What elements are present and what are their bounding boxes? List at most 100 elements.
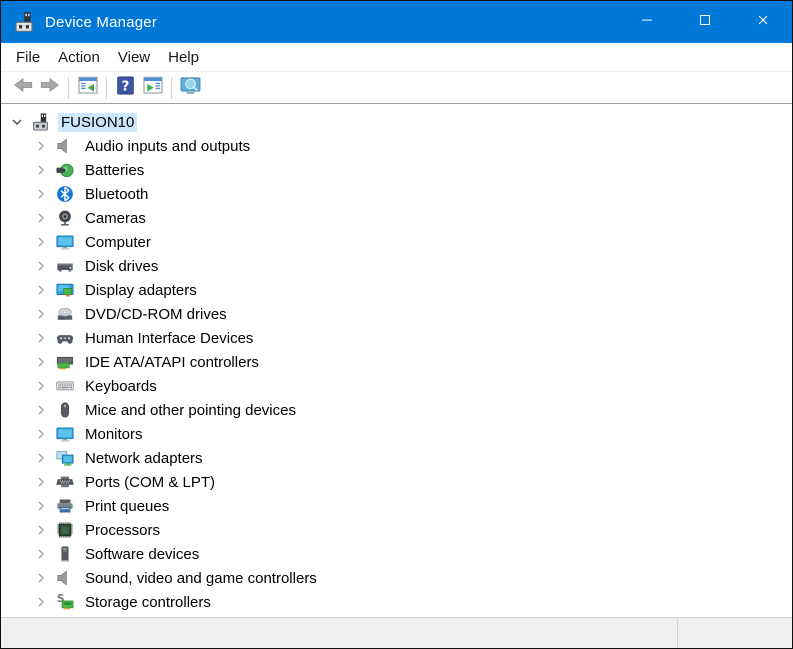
title-bar: Device Manager xyxy=(1,1,792,43)
battery-icon xyxy=(55,161,74,180)
chevron-right-icon[interactable] xyxy=(29,254,53,278)
tree-item[interactable]: Processors xyxy=(1,518,792,542)
tree-item[interactable]: Batteries xyxy=(1,158,792,182)
menu-view[interactable]: View xyxy=(109,46,159,69)
minimize-button[interactable] xyxy=(618,1,676,43)
toolbar-separator xyxy=(106,76,107,99)
mouse-icon xyxy=(55,401,74,420)
export-list-button[interactable] xyxy=(139,75,166,101)
toolbar: ? xyxy=(1,72,792,104)
tree-item-label: Batteries xyxy=(85,161,145,179)
tree-item[interactable]: Mice and other pointing devices xyxy=(1,398,792,422)
tree-item-label: Storage controllers xyxy=(85,593,211,611)
chevron-right-icon[interactable] xyxy=(29,350,53,374)
menu-bar: File Action View Help xyxy=(1,43,792,72)
tree-item-label: Print queues xyxy=(85,497,170,515)
tree-item[interactable]: S Storage controllers xyxy=(1,590,792,614)
chevron-down-icon[interactable] xyxy=(5,110,29,134)
chevron-right-icon[interactable] xyxy=(29,134,53,158)
close-icon xyxy=(755,12,771,33)
window-title: Device Manager xyxy=(45,13,158,31)
storage-controller-icon: S xyxy=(55,593,74,612)
chevron-right-icon[interactable] xyxy=(29,422,53,446)
forward-button[interactable] xyxy=(36,75,63,101)
help-button[interactable]: ? xyxy=(112,75,139,101)
chevron-right-icon[interactable] xyxy=(29,230,53,254)
tree-item-label: Audio inputs and outputs xyxy=(85,137,251,155)
chevron-right-icon[interactable] xyxy=(29,542,53,566)
chevron-right-icon[interactable] xyxy=(29,398,53,422)
tree-item-label: Computer xyxy=(85,233,151,251)
tree-root-label: FUSION10 xyxy=(58,112,138,132)
chevron-right-icon[interactable] xyxy=(29,326,53,350)
scan-hardware-icon xyxy=(180,75,201,101)
tree-item-label: Mice and other pointing devices xyxy=(85,401,296,419)
tree-item[interactable]: IDE ATA/ATAPI controllers xyxy=(1,350,792,374)
chevron-right-icon[interactable] xyxy=(29,518,53,542)
help-icon: ? xyxy=(116,76,135,100)
device-manager-window: Device Manager File Action View Help ? F… xyxy=(0,0,793,649)
export-list-icon xyxy=(143,75,163,100)
tree-item-label: Ports (COM & LPT) xyxy=(85,473,216,491)
serial-port-icon xyxy=(55,473,74,492)
toolbar-separator xyxy=(171,76,172,99)
tree-item[interactable]: Network adapters xyxy=(1,446,792,470)
tree-item-label: Software devices xyxy=(85,545,200,563)
tree-item[interactable]: Sound, video and game controllers xyxy=(1,566,792,590)
tree-item[interactable]: Ports (COM & LPT) xyxy=(1,470,792,494)
status-bar-divider xyxy=(677,619,678,648)
speaker-icon xyxy=(55,137,74,156)
tree-item[interactable]: Print queues xyxy=(1,494,792,518)
tree-item-label: Network adapters xyxy=(85,449,203,467)
tree-item-label: IDE ATA/ATAPI controllers xyxy=(85,353,259,371)
tree-item[interactable]: Disk drives xyxy=(1,254,792,278)
tree-item[interactable]: Bluetooth xyxy=(1,182,792,206)
chevron-right-icon[interactable] xyxy=(29,158,53,182)
tree-item[interactable]: Human Interface Devices xyxy=(1,326,792,350)
printer-icon xyxy=(55,497,74,516)
back-button[interactable] xyxy=(9,75,36,101)
chevron-right-icon[interactable] xyxy=(29,590,53,614)
monitor-icon xyxy=(55,425,74,444)
monitor-icon xyxy=(55,233,74,252)
tree-item[interactable]: Computer xyxy=(1,230,792,254)
chevron-right-icon[interactable] xyxy=(29,302,53,326)
chevron-right-icon[interactable] xyxy=(29,494,53,518)
computer-root-icon xyxy=(31,113,50,132)
chevron-right-icon[interactable] xyxy=(29,470,53,494)
maximize-button[interactable] xyxy=(676,1,734,43)
tree-item[interactable]: Display adapters xyxy=(1,278,792,302)
chevron-right-icon[interactable] xyxy=(29,206,53,230)
menu-action[interactable]: Action xyxy=(49,46,109,69)
scan-hardware-changes-button[interactable] xyxy=(177,75,204,101)
menu-help[interactable]: Help xyxy=(159,46,208,69)
tree-item[interactable]: Keyboards xyxy=(1,374,792,398)
status-bar xyxy=(1,617,792,648)
console-tree-icon xyxy=(78,75,98,100)
bluetooth-icon xyxy=(55,185,74,204)
tree-item-label: Disk drives xyxy=(85,257,159,275)
chevron-right-icon[interactable] xyxy=(29,566,53,590)
tree-item[interactable]: Cameras xyxy=(1,206,792,230)
tree-item[interactable]: Audio inputs and outputs xyxy=(1,134,792,158)
tree-item[interactable]: Monitors xyxy=(1,422,792,446)
chevron-right-icon[interactable] xyxy=(29,278,53,302)
close-button[interactable] xyxy=(734,1,792,43)
forward-arrow-icon xyxy=(40,75,60,100)
keyboard-icon xyxy=(55,377,74,396)
svg-text:?: ? xyxy=(122,78,130,94)
menu-file[interactable]: File xyxy=(7,46,49,69)
device-manager-icon xyxy=(13,11,35,33)
tree-item[interactable]: Software devices xyxy=(1,542,792,566)
chevron-right-icon[interactable] xyxy=(29,182,53,206)
tree-item-label: DVD/CD-ROM drives xyxy=(85,305,227,323)
software-device-icon xyxy=(55,545,74,564)
tree-root-item[interactable]: FUSION10 xyxy=(1,110,792,134)
chevron-right-icon[interactable] xyxy=(29,374,53,398)
show-console-tree-button[interactable] xyxy=(74,75,101,101)
tree-item-label: Bluetooth xyxy=(85,185,149,203)
toolbar-separator xyxy=(68,76,69,99)
tree-item-label: Processors xyxy=(85,521,161,539)
tree-item[interactable]: DVD/CD-ROM drives xyxy=(1,302,792,326)
chevron-right-icon[interactable] xyxy=(29,446,53,470)
